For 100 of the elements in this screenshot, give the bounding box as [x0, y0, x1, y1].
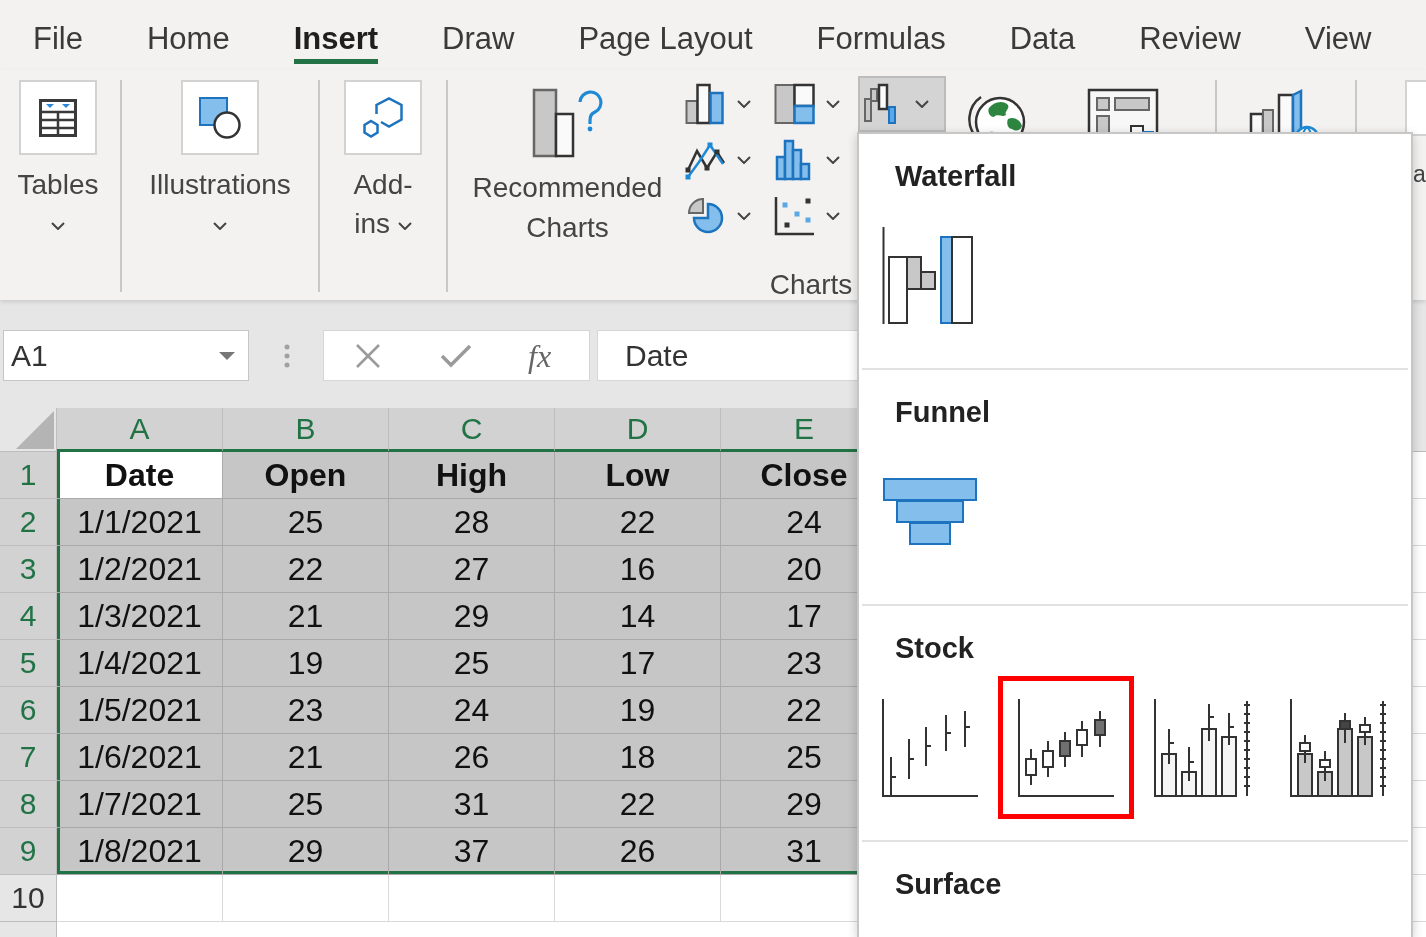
row-header[interactable]: 4	[0, 593, 57, 640]
grip-dots-icon[interactable]	[284, 343, 290, 368]
column-chart-icon	[685, 83, 727, 125]
menu-tab[interactable]: Draw	[410, 0, 547, 70]
chevron-down-icon	[737, 156, 751, 164]
chevron-down-icon	[826, 212, 840, 220]
row-header[interactable]: 6	[0, 687, 57, 734]
row-header[interactable]: 3	[0, 546, 57, 593]
insert-function-button[interactable]: fx	[528, 335, 552, 376]
sheet-cell: 22	[721, 687, 857, 734]
sheet-cell: 31	[389, 781, 555, 828]
sheet-cell: 29	[721, 781, 857, 828]
sheet-cell: 16	[555, 546, 721, 593]
sheet-cell: 1/3/2021	[57, 593, 223, 640]
section-heading: Stock	[895, 631, 974, 666]
chevron-down-icon	[737, 100, 751, 108]
stock-lines-chart-icon	[881, 698, 979, 797]
sheet-cell: 21	[223, 593, 389, 640]
row-header[interactable]: 8	[0, 781, 57, 828]
sheet-cell: 29	[223, 828, 389, 875]
column-header[interactable]: E	[721, 408, 857, 452]
menu-tab[interactable]: View	[1272, 0, 1404, 70]
illustrations-button[interactable]: Illustrations	[145, 80, 295, 243]
menu-tab[interactable]: Review	[1107, 0, 1273, 70]
sheet-cell: 20	[721, 546, 857, 593]
sheet-cell: 14	[555, 593, 721, 640]
sheet-cell: 28	[389, 499, 555, 546]
sheet-cell: High	[389, 452, 555, 499]
sheet-cell: 18	[555, 734, 721, 781]
sheet-cell: 26	[555, 828, 721, 875]
sheet-cell: 1/8/2021	[57, 828, 223, 875]
menu-tab[interactable]: Data	[977, 0, 1108, 70]
sheet-cell: 25	[721, 734, 857, 781]
sheet-cell: 19	[555, 687, 721, 734]
sheet-cell: 21	[223, 734, 389, 781]
row-header[interactable]: 5	[0, 640, 57, 687]
treemap-chart-icon	[774, 83, 816, 125]
sheet-cell: 1/5/2021	[57, 687, 223, 734]
sheet-cell: Date	[57, 452, 223, 499]
sheet-cell: 17	[721, 593, 857, 640]
check-icon[interactable]	[440, 343, 472, 368]
tables-button[interactable]: Tables	[8, 80, 108, 243]
sheet-cell: 24	[389, 687, 555, 734]
row-header[interactable]: 1	[0, 452, 57, 499]
sheet-cell: Close	[721, 452, 857, 499]
group-label: a	[1413, 160, 1426, 189]
column-header[interactable]: D	[555, 408, 721, 452]
chevron-down-icon	[915, 100, 929, 108]
sheet-cell: 22	[555, 499, 721, 546]
sheet-cell: 1/1/2021	[57, 499, 223, 546]
table-icon	[19, 80, 97, 155]
sheet-cell: 25	[223, 781, 389, 828]
sheet-cell: Low	[555, 452, 721, 499]
sheet-cell: 25	[389, 640, 555, 687]
menu-tab[interactable]: Insert	[261, 0, 411, 70]
sheet-cell: 26	[389, 734, 555, 781]
menu-tab[interactable]: Page Layout	[546, 0, 785, 70]
sheet-cell: 23	[223, 687, 389, 734]
menu-tab[interactable]: Formulas	[784, 0, 978, 70]
sheet-cell: 22	[223, 546, 389, 593]
sheet-cell: 1/2/2021	[57, 546, 223, 593]
chevron-down-icon	[51, 221, 65, 230]
sheet-cell: Open	[223, 452, 389, 499]
hexagons-icon	[344, 80, 422, 155]
chevron-down-icon	[826, 100, 840, 108]
sheet-cell: 19	[223, 640, 389, 687]
chart-option[interactable]	[998, 676, 1134, 819]
sheet-cell: 1/4/2021	[57, 640, 223, 687]
chevron-down-icon	[397, 221, 412, 230]
chevron-down-icon	[826, 156, 840, 164]
sheet-cell: 31	[721, 828, 857, 875]
sheet-cell: 17	[555, 640, 721, 687]
sheet-cell: 29	[389, 593, 555, 640]
dropdown-triangle-icon[interactable]	[219, 351, 235, 360]
chart-type-button[interactable]	[858, 76, 946, 132]
sheet-cell: 1/6/2021	[57, 734, 223, 781]
column-header[interactable]: C	[389, 408, 555, 452]
shapes-icon	[181, 80, 259, 155]
section-heading: Funnel	[895, 395, 991, 430]
sheet-cell: 37	[389, 828, 555, 875]
column-header[interactable]: B	[223, 408, 389, 452]
row-header[interactable]: 10	[0, 875, 57, 922]
menu-tab[interactable]: Home	[114, 0, 262, 70]
name-box[interactable]: A1	[3, 330, 249, 381]
row-header[interactable]: 7	[0, 734, 57, 781]
add-ins-button[interactable]: Add-ins	[343, 80, 423, 243]
row-header[interactable]: 2	[0, 499, 57, 546]
recommended-charts-button[interactable]: Recommended Charts	[455, 76, 680, 248]
scatter-chart-icon	[774, 195, 816, 237]
volume-candlestick-chart-icon	[1289, 698, 1387, 797]
sheet-cell: 24	[721, 499, 857, 546]
cross-icon[interactable]	[355, 342, 381, 369]
formula-input[interactable]: Date	[597, 330, 857, 381]
menu-tab[interactable]: File	[1, 0, 115, 70]
blank-tile-icon[interactable]	[1405, 80, 1426, 136]
section-heading: Surface	[895, 867, 1002, 902]
funnel-chart-icon	[883, 477, 977, 546]
row-header[interactable]: 9	[0, 828, 57, 875]
pivot-chart-icon[interactable]	[1087, 88, 1161, 132]
column-header[interactable]: A	[57, 408, 223, 452]
